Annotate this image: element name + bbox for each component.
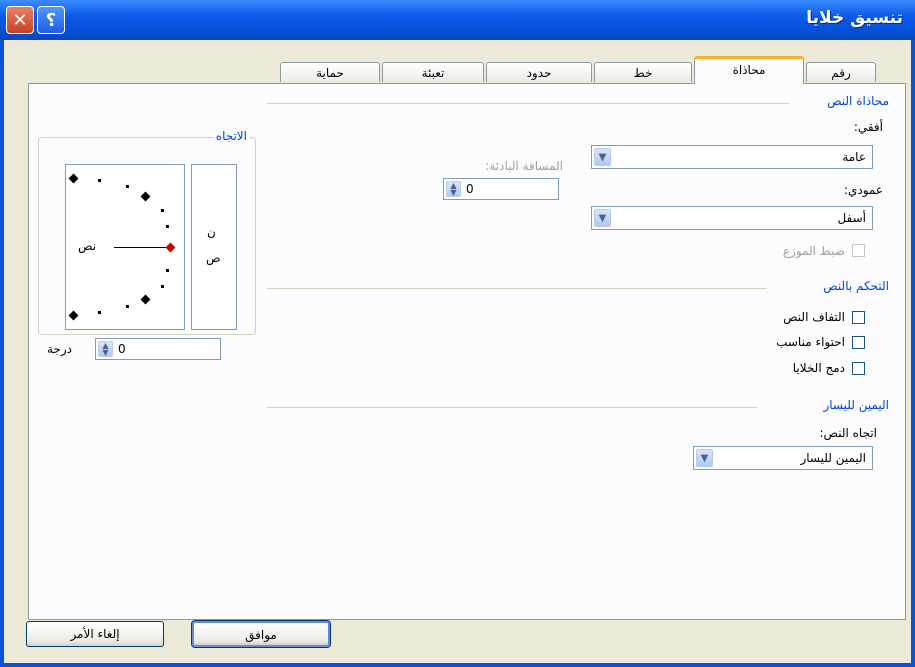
- title-bar[interactable]: ✕ ؟ تنسيق خلايا: [0, 0, 915, 40]
- tab-border[interactable]: حدود: [486, 62, 592, 82]
- rtl-heading: اليمين لليسار: [823, 398, 889, 412]
- orientation-heading: الاتجاه: [213, 129, 249, 143]
- angle-dot[interactable]: [166, 269, 169, 272]
- vertical-label: عمودي:: [843, 183, 883, 197]
- vertical-text-char: ن: [207, 225, 216, 239]
- cancel-button[interactable]: إلغاء الأمر: [26, 621, 164, 647]
- justify-distributed-checkbox[interactable]: [852, 244, 865, 257]
- indent-spinner[interactable]: ▲ ▼ 0: [443, 178, 559, 200]
- separator: [267, 288, 767, 289]
- vertical-text-box[interactable]: ن ص: [191, 164, 237, 330]
- spin-arrows-icon[interactable]: ▲ ▼: [98, 341, 113, 357]
- degrees-spinner[interactable]: ▲ ▼ 0: [95, 338, 221, 360]
- merge-cells-checkbox[interactable]: [852, 362, 865, 375]
- angle-dot[interactable]: [161, 285, 164, 288]
- format-cells-dialog: ✕ ؟ تنسيق خلايا رقم محاذاة خط حدود تعبئة…: [0, 0, 915, 667]
- merge-cells-label: دمج الخلايا: [792, 361, 845, 375]
- close-icon: ✕: [12, 9, 28, 31]
- angle-dot[interactable]: [98, 311, 101, 314]
- vertical-select-value: أسفل: [837, 211, 866, 225]
- angle-marker[interactable]: [140, 294, 151, 305]
- angle-dot[interactable]: [98, 179, 101, 182]
- angle-dot[interactable]: [126, 305, 129, 308]
- shrink-to-fit-checkbox[interactable]: [852, 336, 865, 349]
- orientation-group: الاتجاه ن ص نص ▲ ▼ 0 درجة: [38, 129, 256, 360]
- angle-dot[interactable]: [166, 225, 169, 228]
- justify-distributed-label: ضبط الموزع: [782, 244, 845, 258]
- tab-protection[interactable]: حماية: [280, 62, 380, 82]
- text-direction-value: اليمين لليسار: [800, 451, 866, 465]
- angle-marker[interactable]: [68, 173, 79, 184]
- help-button[interactable]: ؟: [37, 6, 65, 34]
- degrees-label: درجة: [47, 342, 72, 356]
- text-direction-label: اتجاه النص:: [819, 426, 877, 440]
- close-button[interactable]: ✕: [6, 6, 34, 34]
- angle-marker[interactable]: [140, 191, 151, 202]
- degrees-value: 0: [118, 342, 126, 356]
- tab-font[interactable]: خط: [594, 62, 692, 82]
- shrink-to-fit-label: احتواء مناسب: [776, 335, 845, 349]
- current-angle-marker[interactable]: [165, 242, 176, 253]
- separator: [267, 103, 789, 104]
- wrap-text-label: التفاف النص: [783, 310, 845, 324]
- help-icon: ؟: [45, 9, 57, 31]
- tab-strip: رقم محاذاة خط حدود تعبئة حماية: [4, 54, 911, 84]
- angle-marker[interactable]: [68, 310, 79, 321]
- dialog-client: رقم محاذاة خط حدود تعبئة حماية محاذاة ال…: [4, 40, 911, 663]
- ok-button[interactable]: موافق: [192, 621, 330, 647]
- chevron-down-icon[interactable]: ▼: [594, 148, 611, 166]
- orientation-dial[interactable]: نص: [65, 164, 185, 330]
- dial-text-label: نص: [78, 239, 97, 253]
- window-title: تنسيق خلايا: [806, 8, 903, 28]
- angle-dot[interactable]: [161, 209, 164, 212]
- chevron-down-icon[interactable]: ▼: [696, 449, 713, 467]
- horizontal-select-value: عامة: [842, 150, 866, 164]
- tab-number[interactable]: رقم: [806, 62, 876, 82]
- text-control-heading: التحكم بالنص: [823, 279, 889, 293]
- indent-value: 0: [466, 182, 474, 196]
- separator: [267, 407, 757, 408]
- vertical-text-char: ص: [206, 251, 221, 265]
- spin-arrows-icon[interactable]: ▲ ▼: [446, 181, 461, 197]
- tab-alignment[interactable]: محاذاة: [694, 56, 804, 84]
- vertical-select[interactable]: أسفل ▼: [591, 206, 873, 230]
- horizontal-label: أفقي:: [853, 120, 883, 134]
- chevron-down-icon[interactable]: ▼: [594, 209, 611, 227]
- indent-label: المسافة البادئة:: [485, 159, 563, 173]
- wrap-text-checkbox[interactable]: [852, 311, 865, 324]
- text-direction-select[interactable]: اليمين لليسار ▼: [693, 446, 873, 470]
- horizontal-select[interactable]: عامة ▼: [591, 145, 873, 169]
- text-alignment-heading: محاذاة النص: [827, 94, 889, 108]
- angle-dot[interactable]: [126, 185, 129, 188]
- text-angle-line: [114, 247, 166, 248]
- tab-fill[interactable]: تعبئة: [382, 62, 484, 82]
